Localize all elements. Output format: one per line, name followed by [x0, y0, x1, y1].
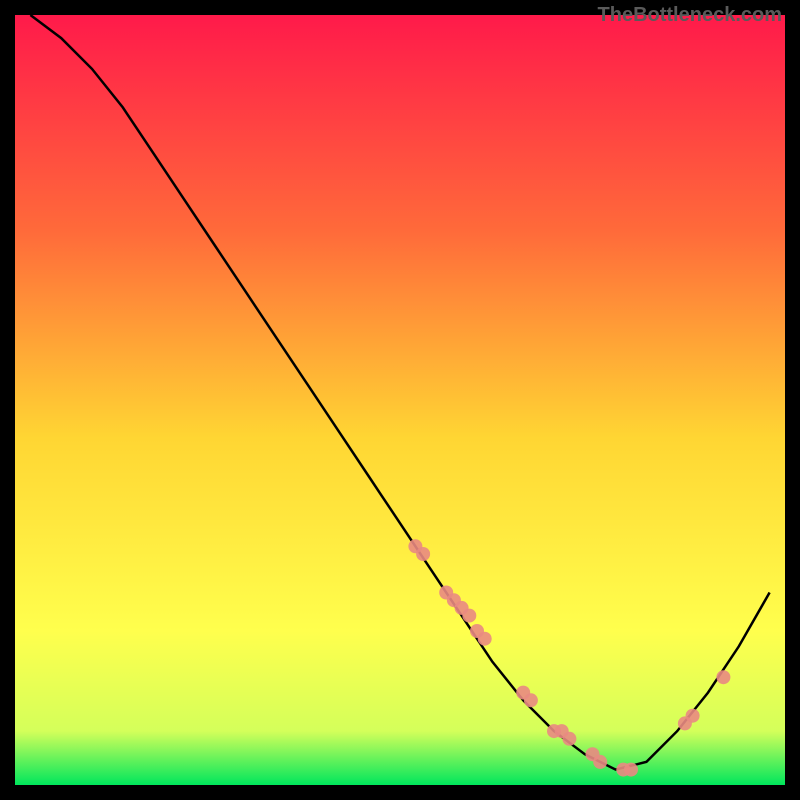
data-point [416, 547, 430, 561]
data-point [686, 709, 700, 723]
data-point [593, 755, 607, 769]
data-point [624, 763, 638, 777]
chart-svg [15, 15, 785, 785]
chart-container [15, 15, 785, 785]
watermark-label: TheBottleneck.com [598, 4, 782, 27]
data-point [478, 632, 492, 646]
gradient-background [15, 15, 785, 785]
data-point [716, 670, 730, 684]
data-point [562, 732, 576, 746]
data-point [462, 609, 476, 623]
data-point [524, 693, 538, 707]
